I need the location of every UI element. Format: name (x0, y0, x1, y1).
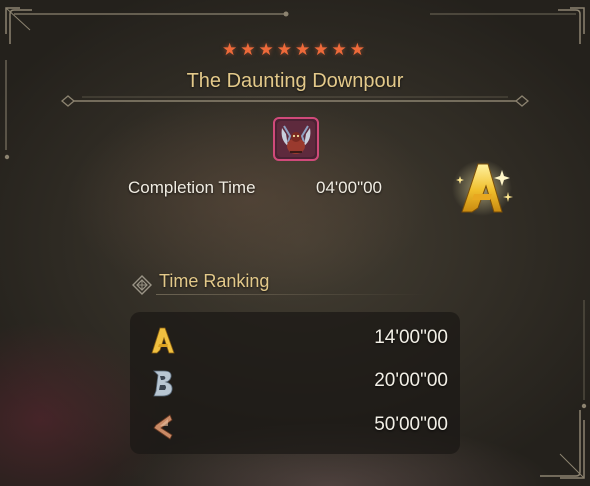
time-ranking-title: Time Ranking (159, 271, 270, 291)
completion-time-label: Completion Time (128, 178, 256, 197)
time-ranking-panel: 14'00"00 20'00"00 50'00"00 (130, 312, 460, 454)
difficulty-stars-text: ★★★★★★★★ (222, 40, 368, 60)
time-ranking-header: Time Ranking (130, 270, 426, 300)
rank-c-time: 50'00"00 (374, 414, 448, 435)
rank-row-b: 20'00"00 (130, 363, 460, 403)
rank-a-time: 14'00"00 (374, 327, 448, 348)
rey-dau-monster-icon (273, 117, 319, 161)
rank-row-c: 50'00"00 (130, 407, 460, 447)
grade-a-icon (151, 327, 175, 354)
difficulty-stars: ★★★★★★★★ (0, 40, 590, 60)
grade-b-icon (153, 370, 173, 397)
ranking-emblem-icon (132, 275, 152, 295)
time-ranking-divider (156, 294, 426, 295)
rank-b-time: 20'00"00 (374, 370, 448, 391)
completion-time-value: 04'00"00 (316, 178, 383, 197)
rank-a-badge-icon (452, 160, 513, 216)
rank-row-a: 14'00"00 (130, 320, 460, 360)
grade-c-icon (153, 414, 173, 440)
quest-title: The Daunting Downpour (186, 70, 404, 92)
